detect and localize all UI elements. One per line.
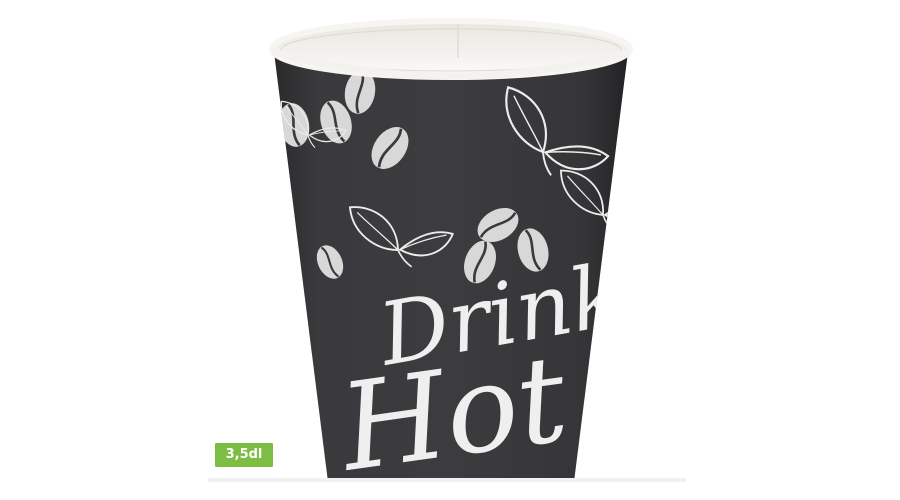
frame-bottom-border — [208, 478, 686, 482]
size-badge: 3,5dl — [215, 443, 273, 467]
paper-cup-image: Drinks Hot — [269, 18, 633, 482]
product-image-frame[interactable]: Drinks Hot — [208, 0, 686, 485]
